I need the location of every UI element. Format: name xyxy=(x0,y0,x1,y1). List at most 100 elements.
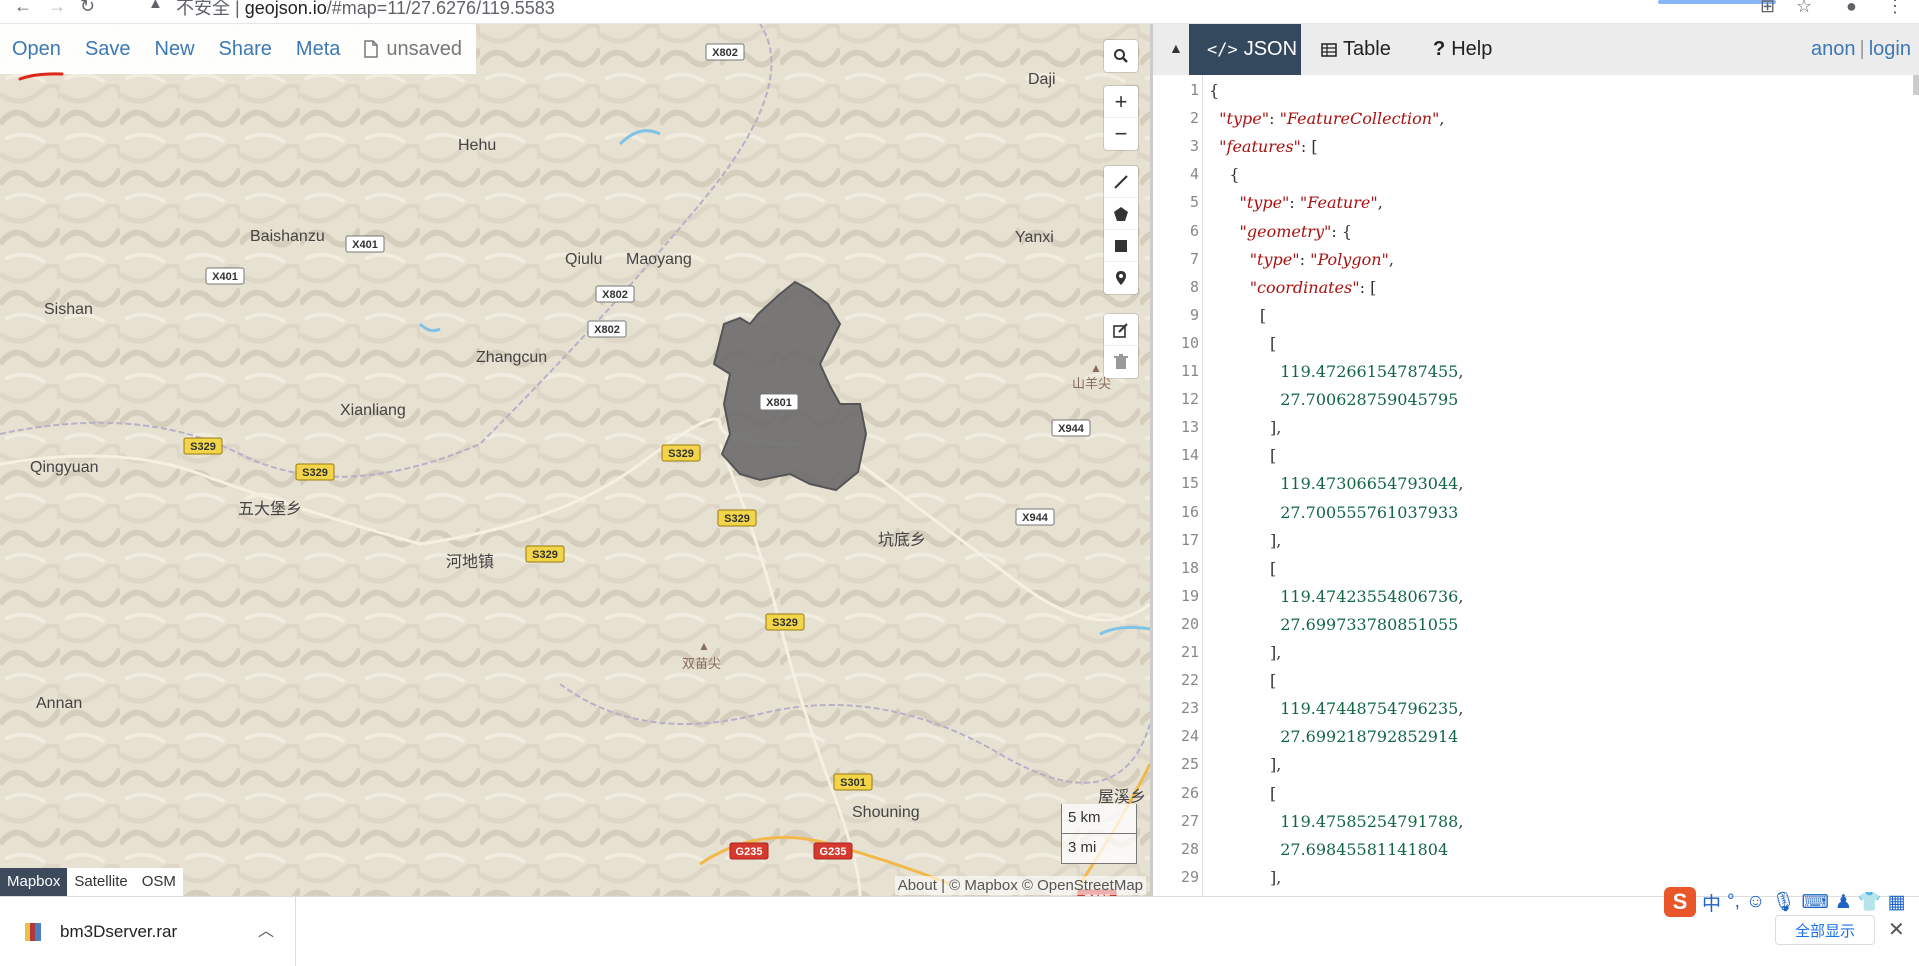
code-line[interactable]: "geometry": { xyxy=(1209,222,1352,241)
meta-menu-item[interactable]: Meta xyxy=(284,24,352,74)
code-line[interactable]: 27.69845581141804 xyxy=(1209,840,1448,859)
line-number: 18 xyxy=(1180,558,1199,577)
code-line[interactable]: { xyxy=(1209,165,1239,184)
code-line[interactable]: [ xyxy=(1209,334,1276,353)
anon-link[interactable]: anon xyxy=(1811,38,1856,60)
code-line[interactable]: 27.700628759045795 xyxy=(1209,390,1458,409)
code-line[interactable]: 119.47266154787455, xyxy=(1209,362,1463,381)
road-shield: X802 xyxy=(595,285,635,303)
code-line[interactable]: ], xyxy=(1209,868,1281,887)
zoom-in-button[interactable]: + xyxy=(1104,86,1138,118)
show-all-button[interactable]: 全部显示 xyxy=(1775,915,1875,945)
user-icon[interactable]: ♟ xyxy=(1835,891,1852,914)
code-line[interactable]: "coordinates": [ xyxy=(1209,278,1377,297)
draw-rectangle-button[interactable] xyxy=(1104,230,1138,262)
line-number: 27 xyxy=(1180,811,1199,830)
code-line[interactable]: 119.47448754796235, xyxy=(1209,699,1463,718)
code-line[interactable]: ], xyxy=(1209,643,1281,662)
code-icon: </> xyxy=(1207,39,1238,60)
chevron-up-icon[interactable]: ︿ xyxy=(258,917,274,941)
collapse-icon[interactable]: ▲ xyxy=(1169,40,1183,56)
road-shield: X802 xyxy=(587,320,627,338)
draw-line-button[interactable] xyxy=(1104,166,1138,198)
road-shield: X944 xyxy=(1015,508,1055,526)
code-line[interactable]: ], xyxy=(1209,531,1281,550)
new-menu-item[interactable]: New xyxy=(143,24,207,74)
code-line[interactable]: "type": "Polygon", xyxy=(1209,250,1394,269)
code-line[interactable]: [ xyxy=(1209,784,1276,803)
line-number: 7 xyxy=(1189,249,1199,268)
zoom-control: + − xyxy=(1104,86,1138,150)
line-number: 1 xyxy=(1189,81,1199,99)
code-line[interactable]: [ xyxy=(1209,446,1276,465)
plus-icon: + xyxy=(1114,88,1128,114)
code-line[interactable]: 27.700555761037933 xyxy=(1209,503,1458,522)
code-line[interactable]: [ xyxy=(1209,559,1276,578)
save-menu-item[interactable]: Save xyxy=(73,24,143,74)
layer-mapbox[interactable]: Mapbox xyxy=(0,868,68,896)
code-line[interactable]: [ xyxy=(1209,306,1266,325)
svg-text:G235: G235 xyxy=(736,846,763,858)
code-line[interactable]: 119.47585254791788, xyxy=(1209,812,1463,831)
place-label: Daji xyxy=(1028,71,1056,88)
json-editor[interactable]: 1 2 3 4 5 6 7 8 9 10 11 12 13 14 15 16 17 18 19 20 21 22 23 24 2… xyxy=(1153,75,1919,896)
layer-satellite[interactable]: Satellite xyxy=(67,868,134,896)
bookmark-star-icon[interactable]: ☆ xyxy=(1796,0,1812,17)
warning-icon[interactable]: ▲ xyxy=(148,0,163,12)
marker-icon xyxy=(1116,271,1126,285)
map-view[interactable]: Daji Hehu Baishanzu Qiulu Maoyang Yanxi Sishan… xyxy=(0,24,1150,896)
code-line[interactable]: 27.699733780851055 xyxy=(1209,615,1458,634)
code-line[interactable]: 119.47423554806736, xyxy=(1209,587,1463,606)
code-line[interactable]: ], xyxy=(1209,418,1281,437)
translate-icon[interactable]: ⊞ xyxy=(1760,0,1775,17)
address-bar[interactable]: 不安全 | geojson.io/#map=11/27.6276/119.558… xyxy=(176,0,555,20)
forward-icon[interactable]: → xyxy=(48,0,66,17)
map-canvas[interactable]: Daji Hehu Baishanzu Qiulu Maoyang Yanxi Sishan… xyxy=(0,24,1150,896)
tab-json[interactable]: </> JSON xyxy=(1189,24,1301,75)
ime-mode[interactable]: 中 xyxy=(1702,889,1721,916)
svg-text:G235: G235 xyxy=(820,846,847,858)
emoji-icon[interactable]: ☺ xyxy=(1746,891,1765,913)
punctuation-icon[interactable]: °, xyxy=(1727,891,1740,913)
delete-layers-button[interactable] xyxy=(1104,346,1138,378)
editor-scrollbar[interactable] xyxy=(1913,75,1919,95)
ime-logo[interactable]: S xyxy=(1664,887,1696,917)
code-line[interactable]: "type": "FeatureCollection", xyxy=(1209,109,1444,128)
open-menu-item[interactable]: Open xyxy=(0,24,73,74)
reload-icon[interactable]: ↻ xyxy=(80,0,95,17)
code-line[interactable]: { xyxy=(1209,81,1219,100)
line-number: 22 xyxy=(1180,671,1199,690)
draw-polygon-button[interactable] xyxy=(1104,198,1138,230)
microphone-icon[interactable]: 🎙 xyxy=(1771,890,1795,914)
svg-text:S329: S329 xyxy=(190,441,216,453)
back-icon[interactable]: ← xyxy=(14,0,32,17)
zoom-out-button[interactable]: − xyxy=(1104,118,1138,150)
tab-help-label: Help xyxy=(1451,38,1493,60)
draw-marker-button[interactable] xyxy=(1104,262,1138,294)
code-line[interactable]: ], xyxy=(1209,755,1281,774)
download-item[interactable]: bm3Dserver.rar ︿ xyxy=(0,897,296,966)
code-line[interactable]: "type": "Feature", xyxy=(1209,193,1383,212)
browser-menu-icon[interactable]: ⋮ xyxy=(1886,0,1904,17)
tab-table[interactable]: Table xyxy=(1303,24,1409,75)
code-line[interactable]: "features": [ xyxy=(1209,137,1317,156)
keyboard-icon[interactable]: ⌨ xyxy=(1801,891,1828,914)
code-line[interactable]: 27.699218792852914 xyxy=(1209,727,1458,746)
layer-osm[interactable]: OSM xyxy=(135,868,183,896)
line-number: 10 xyxy=(1180,333,1199,352)
code-line[interactable]: [ xyxy=(1209,671,1276,690)
map-search-button[interactable] xyxy=(1104,40,1138,72)
share-menu-item[interactable]: Share xyxy=(207,24,284,74)
tab-help[interactable]: ? Help xyxy=(1415,24,1510,75)
login-link[interactable]: login xyxy=(1869,38,1911,60)
map-attribution[interactable]: About | © Mapbox © OpenStreetMap xyxy=(894,876,1146,895)
code-line[interactable]: 119.47306654793044, xyxy=(1209,474,1463,493)
road-shield: S301 xyxy=(833,773,873,791)
close-icon[interactable]: ✕ xyxy=(1888,917,1905,942)
edit-layers-button[interactable] xyxy=(1104,314,1138,346)
profile-icon[interactable]: ● xyxy=(1846,0,1857,17)
grid-icon[interactable]: ▦ xyxy=(1888,891,1906,914)
line-number: 15 xyxy=(1180,474,1199,493)
place-label: 双苗尖 xyxy=(682,656,721,671)
skin-icon[interactable]: 👕 xyxy=(1858,890,1882,914)
